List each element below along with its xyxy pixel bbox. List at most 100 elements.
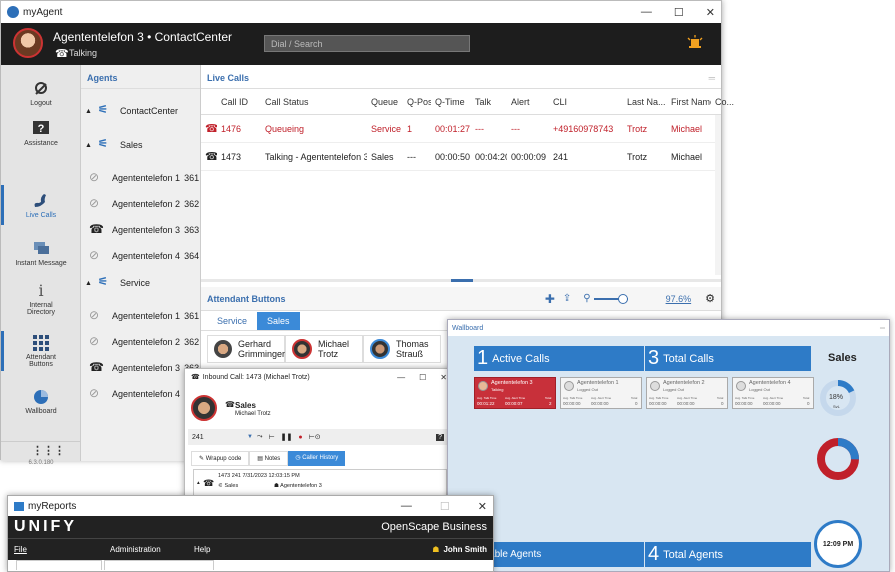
menu-help[interactable]: Help xyxy=(194,545,210,554)
contact-button[interactable]: Thomas Strauß xyxy=(363,335,441,363)
agent-card[interactable]: Agententelefon 2 Logged Out Avg. Talk Ti… xyxy=(646,377,728,409)
hold-icon[interactable]: ❚❚ xyxy=(281,433,293,441)
wallboard-drag-handle-icon[interactable]: ═ xyxy=(880,325,885,332)
agent-card[interactable]: Agententelefon 3 Talking Avg. Talk Time … xyxy=(474,377,556,409)
table-row[interactable]: ☎ 1473 Talking - Agententelefon 3 Sales --- 0… xyxy=(201,143,721,171)
assistance-label: Assistance xyxy=(24,140,58,147)
agent-card-value: 0 xyxy=(721,401,724,406)
menu-administration[interactable]: Administration xyxy=(110,545,194,554)
table-cell: --- xyxy=(511,123,520,134)
agent-item[interactable]: ⊘ Agententelefon 1 361 xyxy=(81,167,201,189)
column-header[interactable]: Alert xyxy=(507,97,549,107)
table-row[interactable]: ☎ 1476 Queueing Service 1 00:01:27 --- --- +4916… xyxy=(201,115,721,143)
inbound-maximize-button[interactable]: ☐ xyxy=(419,373,426,382)
instant-message-button[interactable]: Instant Message xyxy=(1,241,81,267)
collapse-icon[interactable]: ▲ xyxy=(85,142,92,149)
group-0[interactable]: ▲ ⚟ ContactCenter xyxy=(81,99,201,123)
inbound-close-button[interactable]: ✕ xyxy=(440,373,447,382)
table-cell: 1 xyxy=(407,123,413,134)
tab-service[interactable]: Service xyxy=(207,312,257,330)
column-header[interactable]: Q-Pos xyxy=(403,97,431,107)
agent-card-name: Agententelefon 1 xyxy=(577,380,619,386)
more-button[interactable]: ⋮⋮⋮ 6.3.0.180 xyxy=(1,441,81,466)
tab-caller-history[interactable]: ◷ Caller History xyxy=(288,451,346,466)
tab-sales[interactable]: Sales xyxy=(257,312,300,330)
alarm-icon[interactable] xyxy=(687,35,703,49)
report-tab[interactable] xyxy=(16,560,102,570)
agent-card[interactable]: Agententelefon 4 Logged Out Avg. Talk Ti… xyxy=(732,377,814,409)
inbound-title: Inbound Call: 1473 (Michael Trotz) xyxy=(202,373,310,381)
agent-item[interactable]: ☎ Agententelefon 3 363 xyxy=(81,357,201,379)
settings-gear-icon[interactable]: ⚙ xyxy=(705,292,715,305)
transfer-icon[interactable]: ⤳ xyxy=(257,433,263,441)
agent-item[interactable]: ⊘ Agententelefon 4 36 xyxy=(81,383,201,405)
column-header[interactable]: Last Na... xyxy=(623,97,667,107)
reports-maximize-button[interactable]: ☐ xyxy=(440,500,450,513)
number-select[interactable]: 241 xyxy=(192,434,247,441)
collapse-icon[interactable]: ▲ xyxy=(85,108,92,115)
attendant-buttons-button[interactable]: Attendant Buttons xyxy=(1,335,81,368)
agent-card[interactable]: Agententelefon 1 Logged Out Avg. Talk Ti… xyxy=(560,377,642,409)
wallboard-button[interactable]: Wallboard xyxy=(1,389,81,415)
contact-button[interactable]: Michael Trotz xyxy=(285,335,363,363)
active-calls-bar: 1 Active Calls xyxy=(474,346,644,371)
agent-item[interactable]: ☎ Agententelefon 3 363 xyxy=(81,219,201,241)
group-2[interactable]: ▲ ⚟ Service xyxy=(81,271,201,295)
column-header[interactable]: First Name xyxy=(667,97,711,107)
attendant-title: Attendant Buttons xyxy=(207,293,286,304)
column-header[interactable]: Queue xyxy=(367,97,403,107)
collapse-icon[interactable]: ▲ xyxy=(85,280,92,287)
agent-item[interactable]: ⊘ Agententelefon 2 362 xyxy=(81,331,201,353)
wallboard-window: Wallboard ═ 1 Active Calls 3 Total Calls Sa… xyxy=(447,319,890,572)
disconnect-icon[interactable]: ⊢⊙ xyxy=(309,433,321,441)
total-calls-count: 3 xyxy=(648,347,660,369)
column-header[interactable]: CLI xyxy=(549,97,623,107)
help-icon[interactable]: ? xyxy=(436,433,444,441)
clock-time: 12:09 PM xyxy=(822,540,854,548)
agent-card-label: Total xyxy=(545,396,552,400)
contact-avatar xyxy=(214,340,232,358)
add-icon[interactable]: ✚ xyxy=(545,292,555,306)
maximize-button[interactable]: ☐ xyxy=(674,6,684,19)
column-header[interactable]: Call Status xyxy=(261,97,367,107)
live-calls-button[interactable]: Live Calls xyxy=(1,193,81,219)
column-header[interactable]: Call ID xyxy=(217,97,261,107)
tab-wrapup-code[interactable]: ✎ Wrapup code xyxy=(191,451,250,466)
menu-file[interactable]: File xyxy=(14,545,110,554)
internal-directory-button[interactable]: i Internal Directory xyxy=(1,283,81,317)
minimize-button[interactable]: — xyxy=(641,6,652,19)
inbound-minimize-button[interactable]: — xyxy=(397,373,405,382)
total-agents-label: Total Agents xyxy=(663,548,724,561)
share-icon[interactable]: ⇪ xyxy=(563,293,571,304)
history-expand-icon[interactable]: ▴ xyxy=(197,480,200,486)
tab-notes[interactable]: ▤ Notes xyxy=(249,451,289,466)
talking-phone-icon: ☎ xyxy=(89,360,104,374)
agent-item[interactable]: ⊘ Agententelefon 1 361 xyxy=(81,305,201,327)
splitter-grip xyxy=(451,279,473,282)
record-icon[interactable]: ● xyxy=(298,434,302,441)
zoom-icon[interactable]: ⚲ xyxy=(583,293,590,304)
column-header[interactable]: Q-Time xyxy=(431,97,471,107)
report-tab[interactable] xyxy=(104,560,214,570)
zoom-slider[interactable] xyxy=(593,293,628,304)
dial-search-input[interactable]: Dial / Search xyxy=(264,35,470,52)
table-cell: Michael xyxy=(671,151,703,162)
column-header[interactable]: Talk xyxy=(471,97,507,107)
assistance-button[interactable]: ? Assistance xyxy=(1,121,81,147)
contact-button[interactable]: Gerhard Grimminger xyxy=(207,335,285,363)
group-1[interactable]: ▲ ⚟ Sales xyxy=(81,133,201,157)
agent-item[interactable]: ⊘ Agententelefon 4 364 xyxy=(81,245,201,267)
reports-close-button[interactable]: ✕ xyxy=(478,500,487,513)
agent-avatar[interactable] xyxy=(13,28,43,58)
dropdown-chevron-icon[interactable]: ▼ xyxy=(247,434,253,440)
group-name: ContactCenter xyxy=(119,106,178,116)
column-header[interactable]: Co... xyxy=(711,97,737,107)
close-button[interactable]: ✕ xyxy=(706,6,715,19)
reports-minimize-button[interactable]: — xyxy=(401,500,412,513)
caller-avatar xyxy=(191,395,217,421)
agent-item[interactable]: ⊘ Agententelefon 2 362 xyxy=(81,193,201,215)
consult-icon[interactable]: ⊢ xyxy=(269,433,275,441)
scrollbar[interactable] xyxy=(715,115,721,275)
drag-handle-icon[interactable]: ═ xyxy=(709,73,715,83)
logout-button[interactable]: Logout xyxy=(1,81,81,107)
